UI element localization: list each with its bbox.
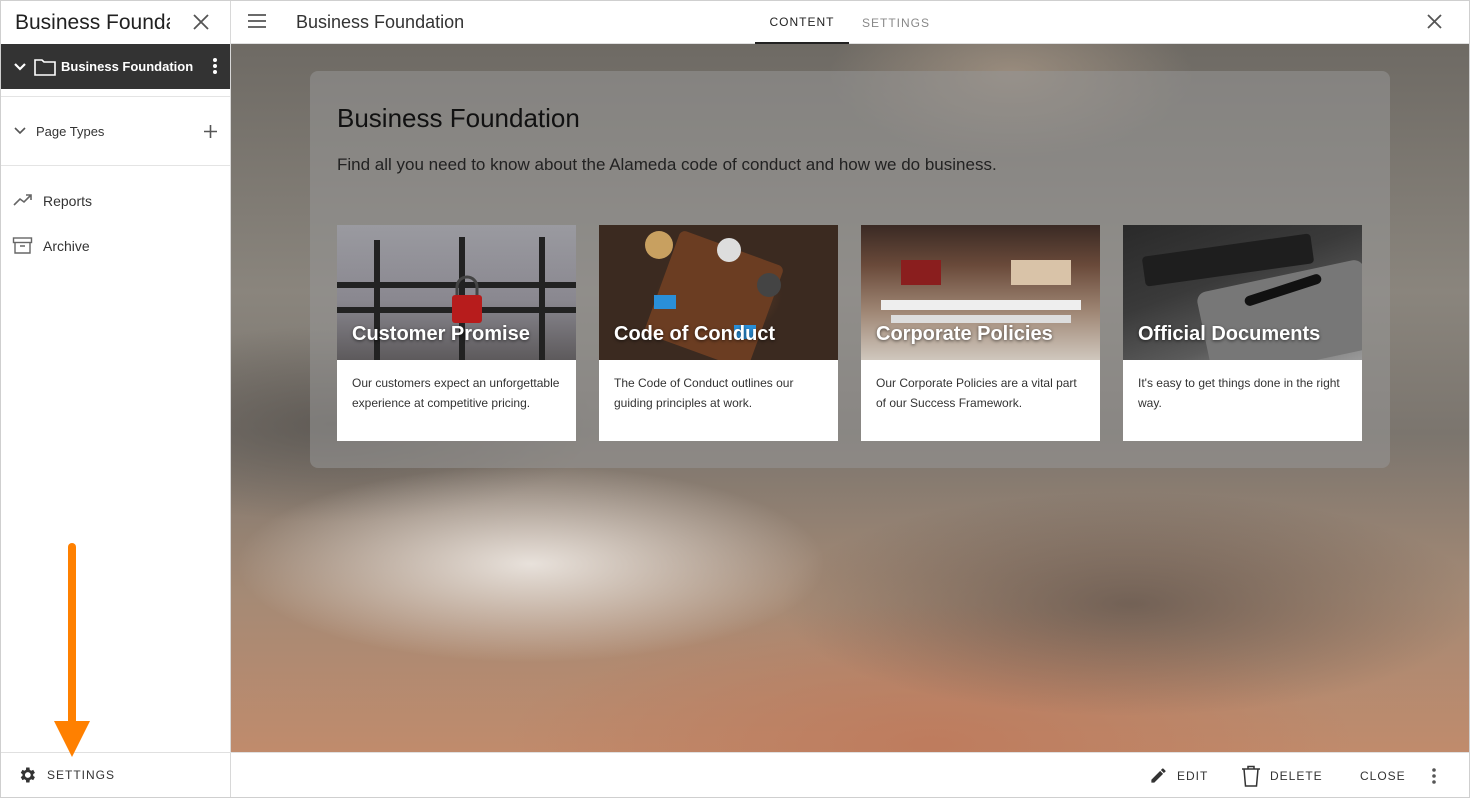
settings-label: SETTINGS — [47, 768, 116, 782]
menu-icon[interactable] — [248, 14, 266, 28]
more-vertical-icon[interactable] — [212, 57, 218, 75]
archive-box-icon — [12, 237, 33, 254]
tab-content[interactable]: CONTENT — [755, 1, 849, 44]
chevron-down-icon[interactable] — [13, 124, 27, 138]
hero-overlay: Business Foundation Find all you need to… — [310, 71, 1390, 468]
left-panel-title: Business Foundation — [15, 10, 170, 34]
card-title: Official Documents — [1138, 323, 1321, 345]
folder-label: Business Foundation — [61, 59, 194, 74]
main-content: Business Foundation Find all you need to… — [231, 44, 1469, 752]
card-image: Official Documents — [1123, 225, 1362, 360]
folder-item-business-foundation[interactable]: Business Foundation — [1, 44, 230, 89]
close-icon[interactable] — [1426, 13, 1443, 30]
card-image: Code of Conduct — [599, 225, 838, 360]
pencil-icon — [1151, 768, 1166, 783]
sidebar-item-label: Archive — [43, 237, 90, 254]
folder-icon — [34, 58, 56, 76]
settings-button[interactable]: SETTINGS — [1, 752, 231, 797]
close-label: CLOSE — [1360, 768, 1406, 783]
page-types-label: Page Types — [36, 123, 105, 139]
card-image: Customer Promise — [337, 225, 576, 360]
gear-icon — [20, 767, 35, 783]
trash-icon — [1242, 765, 1260, 787]
card-image: Corporate Policies — [861, 225, 1100, 360]
top-bar: Business Foundation CONTENT SETTINGS — [231, 1, 1469, 44]
chevron-down-icon[interactable] — [13, 60, 27, 74]
hero-subtitle: Find all you need to know about the Alam… — [337, 155, 997, 174]
sidebar-item-reports[interactable]: Reports — [1, 178, 230, 223]
more-vertical-icon[interactable] — [1431, 767, 1437, 785]
card-code-of-conduct[interactable]: Code of Conduct The Code of Conduct outl… — [599, 225, 838, 441]
add-icon[interactable] — [203, 124, 218, 139]
left-panel: Business Foundation Business Foundation … — [1, 1, 231, 797]
card-description: Our Corporate Policies are a vital part … — [876, 376, 1077, 410]
bottom-bar: EDIT DELETE CLOSE — [231, 752, 1469, 797]
card-description: The Code of Conduct outlines our guiding… — [614, 376, 794, 410]
sidebar-item-archive[interactable]: Archive — [1, 223, 230, 268]
delete-button[interactable]: DELETE — [1241, 753, 1323, 798]
close-icon[interactable] — [191, 12, 211, 32]
delete-label: DELETE — [1270, 768, 1323, 783]
card-title: Customer Promise — [352, 323, 530, 345]
card-description: Our customers expect an unforgettable ex… — [352, 376, 560, 410]
card-customer-promise[interactable]: Customer Promise Our customers expect an… — [337, 225, 576, 441]
card-title: Code of Conduct — [614, 323, 776, 345]
edit-button[interactable]: EDIT — [1149, 753, 1208, 798]
card-description: It's easy to get things done in the righ… — [1138, 376, 1340, 410]
tab-settings[interactable]: SETTINGS — [849, 1, 943, 44]
close-button[interactable]: CLOSE — [1360, 753, 1406, 798]
card-official-documents[interactable]: Official Documents It's easy to get thin… — [1123, 225, 1362, 441]
page-types-row[interactable]: Page Types — [1, 96, 230, 166]
card-corporate-policies[interactable]: Corporate Policies Our Corporate Policie… — [861, 225, 1100, 441]
edit-label: EDIT — [1177, 768, 1209, 783]
page-title: Business Foundation — [296, 12, 465, 32]
sidebar-item-label: Reports — [43, 192, 93, 209]
annotation-arrow-icon — [54, 543, 90, 757]
card-title: Corporate Policies — [876, 323, 1053, 345]
trending-up-icon — [13, 194, 32, 206]
hero-title: Business Foundation — [337, 103, 580, 133]
